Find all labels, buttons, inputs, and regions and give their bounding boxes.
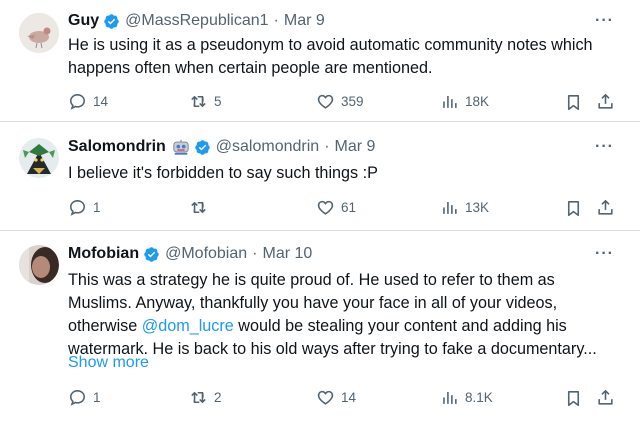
display-name[interactable]: Salomondrin: [68, 138, 166, 156]
share-icon: [598, 199, 613, 215]
tweet-text: I believe it's forbidden to say such thi…: [68, 162, 613, 185]
tweet-3[interactable]: Mofobian @Mofobian · Mar 10 ··· This was…: [0, 231, 640, 422]
share-icon: [598, 389, 613, 405]
share-icon: [598, 93, 613, 109]
like-button[interactable]: 61: [316, 198, 356, 217]
display-name[interactable]: Guy: [68, 12, 99, 30]
bird-avatar-icon: [19, 13, 59, 53]
tweet-text-line: Muslims. Anyway, thankfully you have you…: [68, 294, 558, 312]
tweet-text-fragment: would be stealing your content and addin…: [238, 317, 567, 335]
more-options-button[interactable]: ···: [595, 245, 614, 263]
reply-icon: [69, 389, 86, 406]
bookmark-icon: [567, 200, 580, 217]
retweet-count: 2: [214, 390, 222, 405]
retweet-button[interactable]: 2: [189, 388, 222, 407]
retweet-icon: [191, 95, 206, 108]
tweet-date[interactable]: Mar 10: [262, 245, 312, 263]
reply-count: 1: [93, 200, 101, 215]
analytics-icon: [443, 95, 457, 108]
view-count: 8.1K: [465, 390, 493, 405]
share-button[interactable]: [596, 92, 615, 111]
character-avatar-icon: [19, 138, 59, 178]
display-name[interactable]: Mofobian: [68, 245, 139, 263]
retweet-icon: [191, 391, 206, 404]
avatar-mofobian[interactable]: [19, 245, 59, 285]
tweet-text: This was a strategy he is quite proud of…: [68, 269, 613, 361]
tweet-text-line: He is using it as a pseudonym to avoid a…: [68, 36, 593, 54]
like-count: 61: [341, 200, 357, 215]
separator-dot: ·: [324, 138, 330, 155]
more-options-button[interactable]: ···: [595, 138, 614, 156]
avatar-salomondrin[interactable]: [19, 138, 59, 178]
user-handle[interactable]: @Mofobian: [165, 245, 247, 263]
user-handle[interactable]: @MassRepublican1: [125, 12, 268, 30]
reply-icon: [69, 93, 86, 110]
heart-icon: [317, 200, 334, 215]
bookmark-button[interactable]: [564, 389, 583, 408]
like-button[interactable]: 359: [316, 92, 364, 111]
tweet-text-fragment: otherwise: [68, 317, 138, 335]
reply-button[interactable]: 1: [68, 198, 101, 217]
bookmark-icon: [567, 94, 580, 111]
views-button[interactable]: 18K: [440, 92, 489, 111]
view-count: 13K: [465, 200, 490, 215]
reply-count: 14: [93, 94, 109, 109]
verified-badge-icon: [194, 139, 211, 156]
like-count: 14: [341, 390, 357, 405]
bookmark-button[interactable]: [564, 199, 583, 218]
bookmark-icon: [567, 390, 580, 407]
tweet-text-line: This was a strategy he is quite proud of…: [68, 271, 555, 289]
tweet-2[interactable]: Salomondrin @salomondrin · Mar 9 ··· I b…: [0, 122, 640, 228]
tweet-date[interactable]: Mar 9: [335, 138, 376, 156]
tweet-1[interactable]: Guy @MassRepublican1 · Mar 9 ··· He is u…: [0, 0, 640, 119]
tweet-text-line: otherwise @dom_lucre would be stealing y…: [68, 315, 613, 338]
heart-icon: [317, 94, 334, 109]
view-count: 18K: [465, 94, 490, 109]
retweet-button[interactable]: 5: [189, 92, 222, 111]
share-button[interactable]: [596, 388, 615, 407]
separator-dot: ·: [273, 12, 279, 29]
like-button[interactable]: 14: [316, 388, 356, 407]
more-options-button[interactable]: ···: [595, 12, 614, 30]
reply-icon: [69, 199, 86, 216]
verified-badge-icon: [143, 246, 160, 263]
retweet-count: 5: [214, 94, 222, 109]
analytics-icon: [443, 391, 457, 404]
tweet-text-line: happens often when certain people are me…: [68, 59, 433, 77]
user-handle[interactable]: @salomondrin: [216, 138, 319, 156]
tweet-date[interactable]: Mar 9: [284, 12, 325, 30]
tweet-text-line: watermark. He is back to his old ways af…: [68, 340, 597, 358]
mention-link[interactable]: @dom_lucre: [142, 317, 234, 335]
show-more-link[interactable]: Show more: [68, 354, 149, 372]
analytics-icon: [443, 201, 457, 214]
retweet-button[interactable]: [189, 198, 214, 217]
separator-dot: ·: [252, 245, 258, 262]
reply-count: 1: [93, 390, 101, 405]
tweet-header: Guy @MassRepublican1 · Mar 9: [68, 12, 325, 30]
share-button[interactable]: [596, 198, 615, 217]
reply-button[interactable]: 1: [68, 388, 101, 407]
tweet-text-line: I believe it's forbidden to say such thi…: [68, 164, 378, 182]
bookmark-button[interactable]: [564, 93, 583, 112]
views-button[interactable]: 8.1K: [440, 388, 493, 407]
views-button[interactable]: 13K: [440, 198, 489, 217]
verified-badge-icon: [103, 13, 120, 30]
retweet-icon: [191, 201, 206, 214]
tweet-header: Mofobian @Mofobian · Mar 10: [68, 245, 312, 263]
person-avatar-icon: [19, 245, 59, 285]
tweet-header: Salomondrin @salomondrin · Mar 9: [68, 138, 375, 156]
avatar-guy[interactable]: [19, 13, 59, 53]
like-count: 359: [341, 94, 364, 109]
heart-icon: [317, 390, 334, 405]
tweet-text: He is using it as a pseudonym to avoid a…: [68, 34, 613, 80]
robot-emoji-icon: [172, 139, 190, 156]
reply-button[interactable]: 14: [68, 92, 108, 111]
